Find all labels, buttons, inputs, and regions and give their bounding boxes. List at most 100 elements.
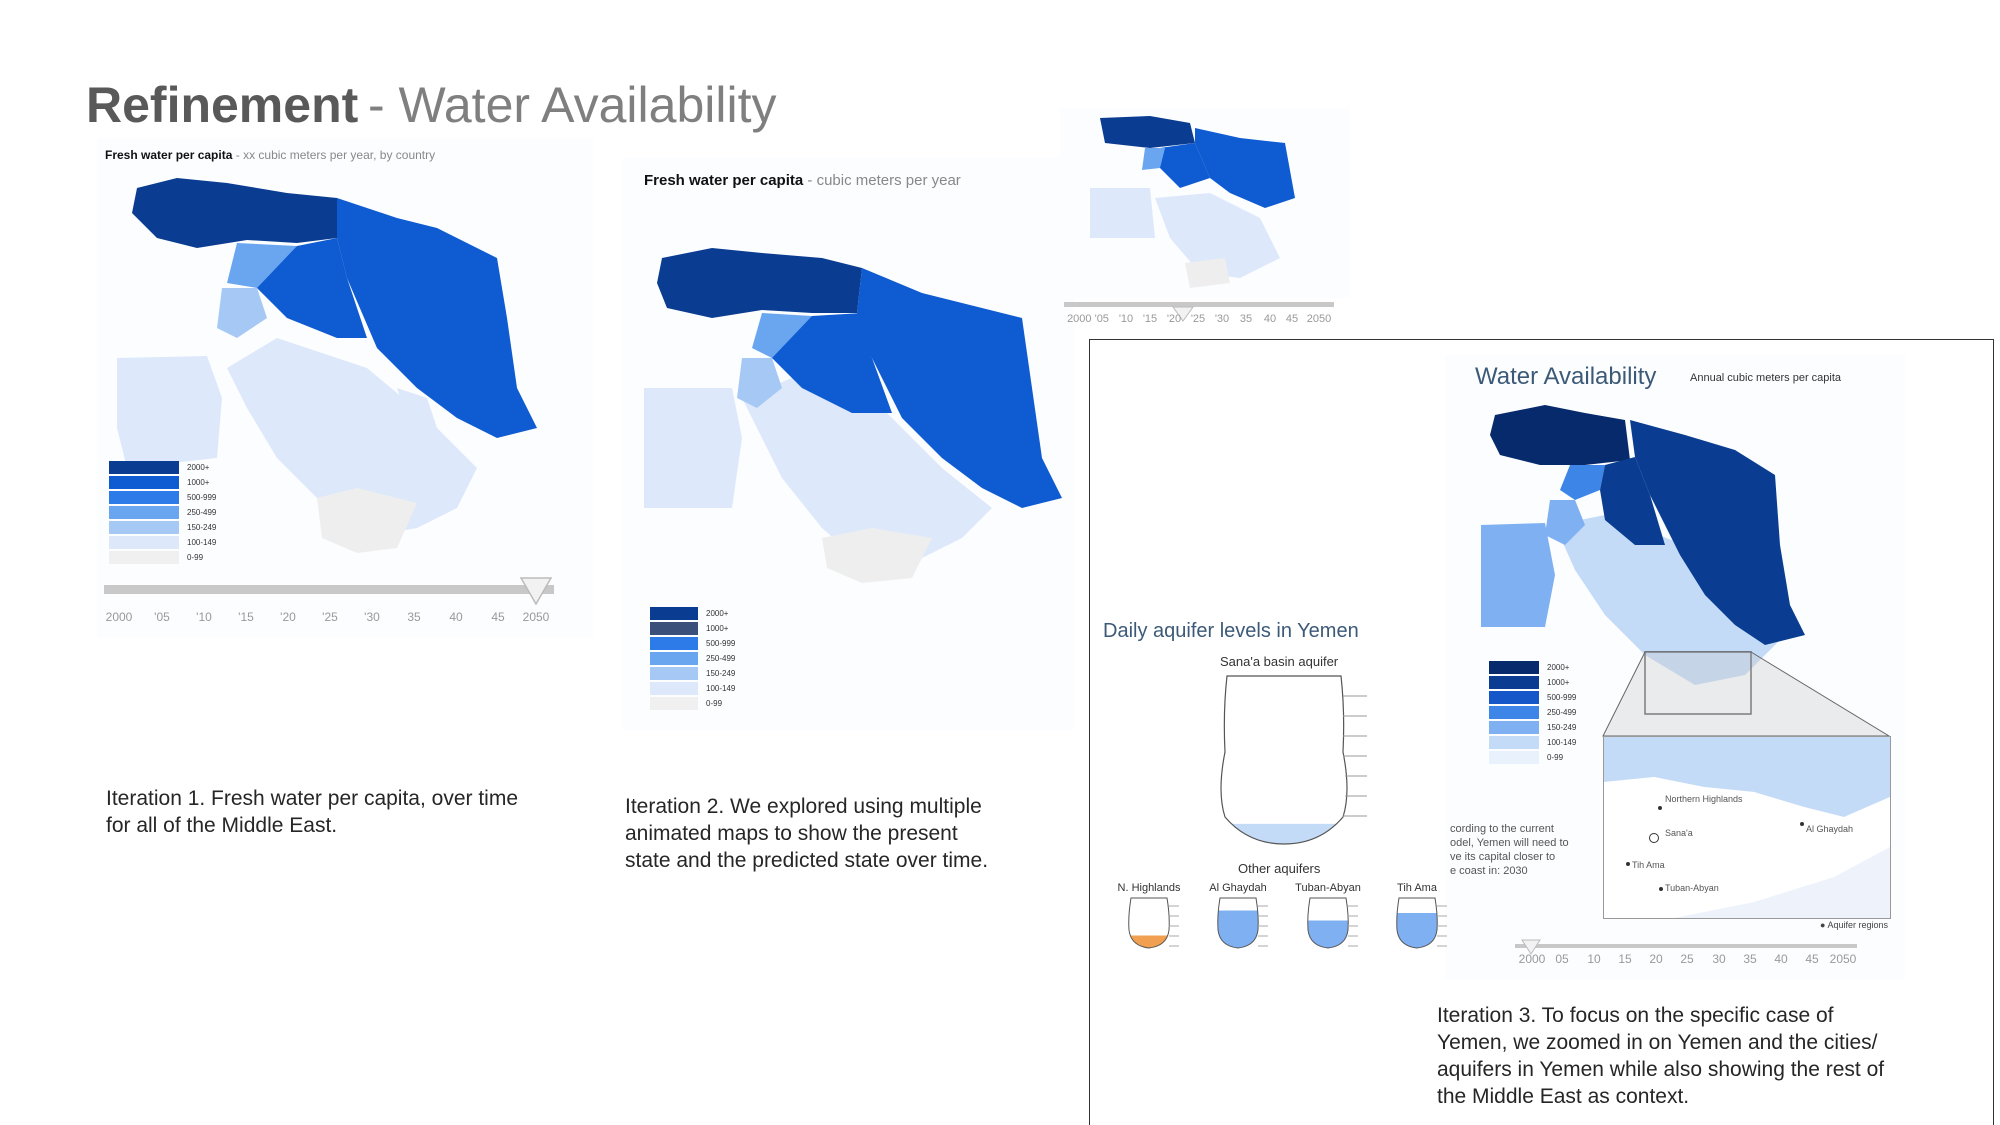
iteration-3-map-panel: Water Availability Annual cubic meters p… [1445,355,1905,980]
timeline-labels: 2000 '05 '10 '15 '20 '25 '30 35 40 45 20… [97,610,593,628]
timeline-tick: '25 [1190,313,1206,325]
aquifer-gauge [1396,897,1447,949]
timeline-tick: 2050 [1306,313,1332,325]
aquifer-gauges [1128,897,1447,949]
legend-label: 2000+ [187,463,210,472]
timeline-tick: 40 [449,610,463,624]
legend-label: 150-249 [187,523,217,532]
timeline-tick: 45 [491,610,505,624]
city-marker [1626,862,1630,866]
city-label: Tih Ama [1632,860,1665,870]
legend-item: 0-99 [650,696,735,711]
legend-item: 150-249 [109,520,216,535]
legend-label: 250-499 [187,508,217,517]
country-egypt [644,388,742,508]
country-turkey [657,248,862,318]
legend-item: 2000+ [109,460,216,475]
timeline-track[interactable] [1515,944,1857,948]
legend-label: 100-149 [187,538,217,547]
legend-label: 2000+ [706,609,729,618]
iteration-3-caption: Iteration 3. To focus on the specific ca… [1437,1002,1957,1110]
inset-legend-label: Aquifer regions [1827,920,1888,930]
city-label: Al Ghaydah [1806,824,1854,834]
timeline-tick: 2000 [1518,952,1546,966]
thumbnail-timeline-track[interactable] [1064,302,1334,307]
aquifer-label: N. Highlands [1117,882,1181,894]
aquifer-gauge [1217,897,1268,949]
timeline-tick: 25 [1680,952,1694,966]
city-label: Sana'a [1665,828,1693,838]
timeline-tick: 40 [1774,952,1788,966]
legend-swatch [109,506,179,519]
legend-item: 1000+ [650,621,735,636]
timeline-tick: 15 [1618,952,1632,966]
timeline-track[interactable] [104,585,554,594]
map-legend: 2000+ 1000+ 500-999 250-499 150-249 100-… [650,606,735,711]
slide-subtitle: - Water Availability [368,77,777,133]
timeline-tick: '10 [1118,313,1134,325]
caption-line: Iteration 2. We explored using multiple [625,795,982,818]
legend-swatch [109,551,179,564]
legend-swatch [109,476,179,489]
timeline-handle[interactable] [519,576,553,606]
timeline-tick: 40 [1263,313,1277,325]
map-legend: 2000+ 1000+ 500-999 250-499 150-249 100-… [109,460,216,565]
timeline-tick: '15 [238,610,254,624]
legend-label: 500-999 [706,639,736,648]
iteration-1-panel: Fresh water per capita - xx cubic meters… [97,138,593,638]
country-egypt [117,356,222,468]
aquifer-water-level [1396,913,1438,948]
aquifer-label: Tih Ama [1397,882,1437,894]
timeline-tick: 2050 [1829,952,1857,966]
legend-label: 100-149 [706,684,736,693]
caption-line: Iteration 1. Fresh water per capita, ove… [106,787,519,810]
caption-line: aquifers in Yemen while also showing the… [1437,1058,1885,1081]
yemen-inset: Northern Highlands Sana'a Al Ghaydah Tih… [1603,736,1891,919]
legend-swatch [650,697,698,710]
legend-item: 1000+ [109,475,216,490]
legend-item: 100-149 [109,535,216,550]
caption-line: Iteration 3. To focus on the specific ca… [1437,1004,1834,1027]
timeline-tick: 35 [1239,313,1253,325]
legend-label: 150-249 [706,669,736,678]
country-egypt [1090,188,1155,238]
note-line: ve its capital closer to [1450,851,1556,863]
thumbnail-timeline-labels: 2000 '05 '10 '15 '20 '25 '30 35 40 45 20… [1062,313,1352,329]
timeline-tick: 2000 '05 [1067,313,1109,325]
timeline-tick: '05 [154,610,170,624]
relocation-note: cording to the current odel, Yemen will … [1450,822,1590,878]
thumbnail-map [1060,108,1350,298]
inset-legend: ● Aquifer regions [1820,920,1888,930]
note-line: odel, Yemen will need to [1450,837,1569,849]
caption-line: state and the predicted state over time. [625,849,989,872]
legend-item: 0-99 [109,550,216,565]
country-yemen [1185,258,1230,288]
caption-line: the Middle East as context. [1437,1085,1690,1108]
legend-swatch [109,461,179,474]
timeline-tick: 2000 [105,610,133,624]
legend-swatch [650,622,698,635]
iteration-1-caption: Iteration 1. Fresh water per capita, ove… [106,785,566,839]
legend-item: 250-499 [650,651,735,666]
capital-marker [1649,833,1659,843]
middle-east-map [1090,116,1295,288]
aquifer-gauge [1128,897,1179,949]
legend-item: 150-249 [650,666,735,681]
aquifer-water-level [1307,920,1349,948]
legend-item: 100-149 [650,681,735,696]
legend-label: 1000+ [706,624,729,633]
timeline-tick: '30 [364,610,380,624]
aquifer-label: Al Ghaydah [1209,882,1267,894]
slide-title: Refinement [86,77,359,133]
legend-swatch [650,637,698,650]
legend-swatch [109,521,179,534]
main-aquifer-label: Sana'a basin aquifer [1220,654,1339,669]
city-marker [1800,822,1804,826]
country-yemen [822,528,932,583]
aquifer-gauge [1307,897,1358,949]
aquifer-heading: Daily aquifer levels in Yemen [1103,620,1359,642]
note-line: cording to the current [1450,823,1554,835]
timeline-tick: 45 [1805,952,1819,966]
city-label: Northern Highlands [1665,794,1743,804]
timeline-tick: '20 [1166,313,1182,325]
